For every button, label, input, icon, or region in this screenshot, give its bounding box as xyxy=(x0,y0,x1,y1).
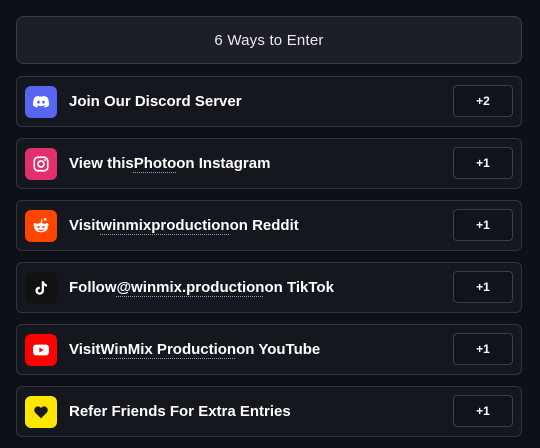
entry-text-suffix: on TikTok xyxy=(264,279,334,296)
entry-refer-friends[interactable]: Refer Friends For Extra Entries +1 xyxy=(16,386,522,437)
discord-icon xyxy=(25,86,57,118)
entry-label: Join Our Discord Server xyxy=(69,77,242,126)
entry-methods-header: 6 Ways to Enter xyxy=(16,16,522,64)
entry-text: Follow xyxy=(69,279,117,296)
entry-points-badge: +1 xyxy=(453,209,513,241)
entry-text-suffix: on YouTube xyxy=(236,341,321,358)
entry-label: Refer Friends For Extra Entries xyxy=(69,387,291,436)
entry-text: Refer Friends For Extra Entries xyxy=(69,403,291,420)
entry-points-badge: +2 xyxy=(453,85,513,117)
entry-text-suffix: on Reddit xyxy=(229,217,299,234)
entry-label: Visit WinMix Production on YouTube xyxy=(69,325,320,374)
heart-icon xyxy=(25,396,57,428)
entry-text: Join Our Discord Server xyxy=(69,93,242,110)
instagram-icon xyxy=(25,148,57,180)
entry-text-suffix: on Instagram xyxy=(176,155,271,172)
youtube-channel-link[interactable]: WinMix Production xyxy=(100,341,236,358)
entry-points-badge: +1 xyxy=(453,271,513,303)
entry-tiktok[interactable]: Follow @winmix.production on TikTok +1 xyxy=(16,262,522,313)
reddit-icon xyxy=(25,210,57,242)
reddit-profile-link[interactable]: winmixproduction xyxy=(100,217,229,234)
youtube-icon xyxy=(25,334,57,366)
instagram-photo-link[interactable]: Photo xyxy=(134,155,177,172)
entry-points-badge: +1 xyxy=(453,395,513,427)
entry-instagram[interactable]: View this Photo on Instagram +1 xyxy=(16,138,522,189)
entry-points-badge: +1 xyxy=(453,147,513,179)
entry-text: Visit xyxy=(69,217,101,234)
tiktok-profile-link[interactable]: @winmix.production xyxy=(117,279,265,296)
giveaway-entry-panel: 6 Ways to Enter Join Our Discord Server … xyxy=(0,0,540,448)
entry-youtube[interactable]: Visit WinMix Production on YouTube +1 xyxy=(16,324,522,375)
entry-label: View this Photo on Instagram xyxy=(69,139,270,188)
entry-reddit[interactable]: Visit winmixproduction on Reddit +1 xyxy=(16,200,522,251)
entry-label: Visit winmixproduction on Reddit xyxy=(69,201,299,250)
entry-points-badge: +1 xyxy=(453,333,513,365)
entry-text: Visit xyxy=(69,341,101,358)
tiktok-icon xyxy=(25,272,57,304)
entry-text: View this xyxy=(69,155,134,172)
entry-label: Follow @winmix.production on TikTok xyxy=(69,263,334,312)
header-title: 6 Ways to Enter xyxy=(214,31,324,49)
entry-discord[interactable]: Join Our Discord Server +2 xyxy=(16,76,522,127)
